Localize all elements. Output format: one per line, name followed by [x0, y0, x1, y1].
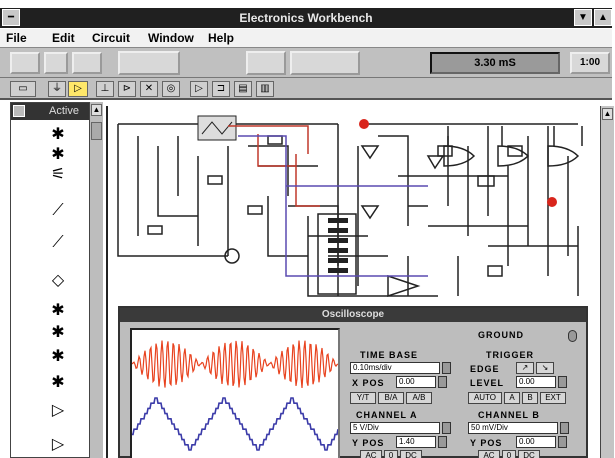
channel-b-ac-button[interactable]: AC — [478, 450, 500, 458]
channel-a-ypos-label: Y POS — [352, 438, 385, 448]
level-label: LEVEL — [470, 378, 505, 388]
diac-icon[interactable]: ✱ — [45, 321, 71, 343]
mode-yt-button[interactable]: Y/T — [350, 392, 376, 404]
channel-a-ypos-spin[interactable] — [438, 436, 447, 448]
active-components-icon[interactable]: ▷ — [68, 81, 88, 97]
level-spin[interactable] — [558, 376, 567, 388]
time-base-label: TIME BASE — [360, 350, 419, 360]
menu-file[interactable]: File — [6, 31, 27, 45]
instrument-icon[interactable] — [118, 51, 180, 75]
channel-a-trace — [131, 340, 339, 388]
simulation-time-display: 3.30 mS — [430, 52, 560, 74]
scroll-up-icon[interactable]: ▲ — [91, 104, 102, 116]
channel-b-ypos-spin[interactable] — [558, 436, 567, 448]
oscilloscope-window: Oscilloscope GROUND TIME BASE 0.10ms/div… — [118, 306, 588, 458]
parts-icon[interactable] — [44, 52, 68, 74]
component-palette: Active ✱ ✱ ⚟ ⟋ ⟋ ◇ ✱ ✱ ✱ ✱ ▷ ▷ — [10, 102, 90, 458]
pnp-transistor-icon[interactable]: ⟋ — [45, 231, 71, 253]
trigger-ext-button[interactable]: EXT — [540, 392, 566, 404]
comparator-icon[interactable]: ▷ — [45, 433, 71, 455]
menu-circuit[interactable]: Circuit — [92, 31, 130, 45]
toolbar: 3.30 mS 1:00 — [0, 48, 612, 78]
ground-label: GROUND — [478, 330, 524, 340]
channel-b-scale-field[interactable]: 50 mV/Div — [468, 422, 558, 434]
oscilloscope-traces — [131, 340, 339, 451]
flip-flop-icon[interactable]: ⊐ — [212, 81, 230, 97]
channel-b-zero-button[interactable]: 0 — [502, 450, 516, 458]
channel-a-ac-button[interactable]: AC — [360, 450, 382, 458]
power-switch-icon[interactable] — [246, 51, 286, 75]
workspace-scrollbar[interactable]: ▲ — [600, 106, 614, 458]
mode-ba-button[interactable]: B/A — [378, 392, 404, 404]
channel-b-dc-button[interactable]: DC — [518, 450, 540, 458]
scr-icon[interactable]: ✱ — [45, 299, 71, 321]
component-toolbar: ▭ ⏚ ▷ ⊥ ⊳ ✕ ◎ ▷ ⊐ ▤ ▥ — [0, 78, 612, 100]
oscilloscope-screen — [130, 328, 340, 458]
edge-label: EDGE — [470, 364, 500, 374]
lamp-icon[interactable]: ◎ — [162, 81, 180, 97]
maximize-button[interactable]: ▲ — [594, 9, 612, 26]
diode-icon[interactable]: ⊳ — [118, 81, 136, 97]
channel-b-label: CHANNEL B — [478, 410, 540, 420]
menu-window[interactable]: Window — [148, 31, 194, 45]
system-menu-icon[interactable]: ━ — [2, 9, 20, 26]
triac-icon[interactable]: ✱ — [45, 345, 71, 367]
led-icon[interactable]: ✱ — [45, 123, 71, 145]
menu-bar: File Edit Circuit Window Help — [0, 29, 612, 48]
channel-a-dc-button[interactable]: DC — [400, 450, 422, 458]
menu-help[interactable]: Help — [208, 31, 234, 45]
window-title: Electronics Workbench — [0, 8, 612, 28]
x-pos-field[interactable]: 0.00 — [396, 376, 436, 388]
channel-b-scale-spin[interactable] — [560, 422, 569, 434]
trigger-auto-button[interactable]: AUTO — [468, 392, 502, 404]
x-pos-label: X POS — [352, 378, 385, 388]
channel-b-ypos-field[interactable]: 0.00 — [516, 436, 556, 448]
menu-edit[interactable]: Edit — [52, 31, 75, 45]
level-field[interactable]: 0.00 — [516, 376, 556, 388]
edge-falling-button[interactable]: ↘ — [536, 362, 554, 374]
channel-a-zero-button[interactable]: 0 — [384, 450, 398, 458]
resistor-icon[interactable]: ⏚ — [48, 81, 66, 97]
channel-a-scale-spin[interactable] — [442, 422, 451, 434]
npn-transistor-icon[interactable]: ⟋ — [45, 199, 71, 221]
edge-rising-button[interactable]: ↗ — [516, 362, 534, 374]
palette-control-icon[interactable] — [13, 105, 25, 117]
component-bin-icon[interactable] — [10, 52, 40, 74]
oscilloscope-title: Oscilloscope — [120, 308, 586, 322]
mode-ab-button[interactable]: A/B — [406, 392, 432, 404]
oscilloscope-controls: GROUND TIME BASE 0.10ms/div X POS 0.00 Y… — [346, 328, 586, 458]
wire-icon[interactable]: ▭ — [10, 81, 36, 97]
ground-terminal[interactable] — [568, 330, 577, 342]
thyristor-icon[interactable]: ✱ — [45, 371, 71, 393]
channel-b-ypos-label: Y POS — [470, 438, 503, 448]
opamp-icon[interactable]: ▷ — [45, 399, 71, 421]
trigger-label: TRIGGER — [486, 350, 535, 360]
scroll-thumb[interactable] — [91, 122, 102, 140]
channel-a-scale-field[interactable]: 5 V/Div — [350, 422, 440, 434]
switch-icon[interactable]: ✕ — [140, 81, 158, 97]
transistor-icon[interactable]: ⊥ — [96, 81, 114, 97]
channel-b-trace — [132, 397, 339, 451]
palette-scrollbar[interactable]: ▲ — [89, 102, 103, 458]
trigger-a-button[interactable]: A — [504, 392, 520, 404]
workspace-scroll-up-icon[interactable]: ▲ — [602, 108, 613, 120]
counter-icon[interactable]: ▤ — [234, 81, 252, 97]
zener-diode-icon[interactable]: ✱ — [45, 143, 71, 165]
time-base-field[interactable]: 0.10ms/div — [350, 362, 440, 374]
schematic-drawing — [117, 115, 583, 298]
trigger-b-button[interactable]: B — [522, 392, 538, 404]
bridge-icon[interactable]: ⚟ — [45, 163, 71, 185]
pause-control-icon[interactable] — [290, 51, 360, 75]
zoom-display[interactable]: 1:00 — [570, 52, 610, 74]
x-pos-spin[interactable] — [438, 376, 447, 388]
channel-a-ypos-field[interactable]: 1.40 — [396, 436, 436, 448]
gate-icon[interactable]: ▷ — [190, 81, 208, 97]
minimize-button[interactable]: ▼ — [574, 9, 592, 26]
meter-icon[interactable]: ▥ — [256, 81, 274, 97]
library-icon[interactable] — [72, 52, 102, 74]
channel-a-label: CHANNEL A — [356, 410, 418, 420]
time-base-spin[interactable] — [442, 362, 451, 374]
bridge-rectifier-icon[interactable]: ◇ — [45, 269, 71, 291]
